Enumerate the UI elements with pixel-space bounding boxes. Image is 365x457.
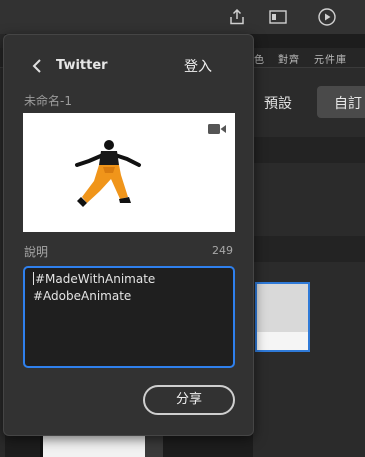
- selected-scene-thumbnail[interactable]: [255, 282, 310, 352]
- play-icon[interactable]: [317, 7, 337, 27]
- preset-label[interactable]: 預設: [264, 93, 292, 113]
- caption-character-count: 249: [212, 244, 233, 257]
- share-icon[interactable]: [227, 7, 247, 27]
- tab-color[interactable]: 色: [254, 51, 265, 66]
- panel-divider: [253, 137, 365, 163]
- back-button[interactable]: [30, 58, 44, 74]
- stage-canvas: [40, 436, 145, 457]
- document-name: 未命名-1: [24, 94, 72, 108]
- chevron-left-icon: [32, 59, 41, 73]
- panel-divider: [253, 236, 365, 262]
- app-toolbar: [0, 0, 365, 34]
- stage-scrollbar[interactable]: [145, 436, 163, 457]
- video-camera-icon: [208, 124, 226, 134]
- caption-label: 說明: [24, 245, 49, 259]
- properties-panel: [253, 68, 365, 457]
- animation-preview: [23, 113, 235, 232]
- text-cursor: [33, 272, 34, 285]
- panel-icon[interactable]: [268, 7, 288, 27]
- share-dialog: Twitter 登入 未命名-1 說明 249 #MadeWithAnimate…: [3, 34, 254, 436]
- caption-text: #MadeWithAnimate #AdobeAnimate: [33, 272, 156, 303]
- share-button[interactable]: 分享: [143, 385, 235, 415]
- dialog-header: Twitter 登入: [4, 35, 253, 85]
- login-link[interactable]: 登入: [184, 56, 212, 76]
- custom-button[interactable]: 自訂: [317, 86, 365, 118]
- caption-textarea[interactable]: #MadeWithAnimate #AdobeAnimate: [23, 266, 235, 368]
- walking-character-illustration: [75, 140, 141, 207]
- tab-library[interactable]: 元件庫: [314, 51, 347, 66]
- dialog-title: Twitter: [56, 58, 108, 73]
- tab-align[interactable]: 對齊: [278, 51, 300, 66]
